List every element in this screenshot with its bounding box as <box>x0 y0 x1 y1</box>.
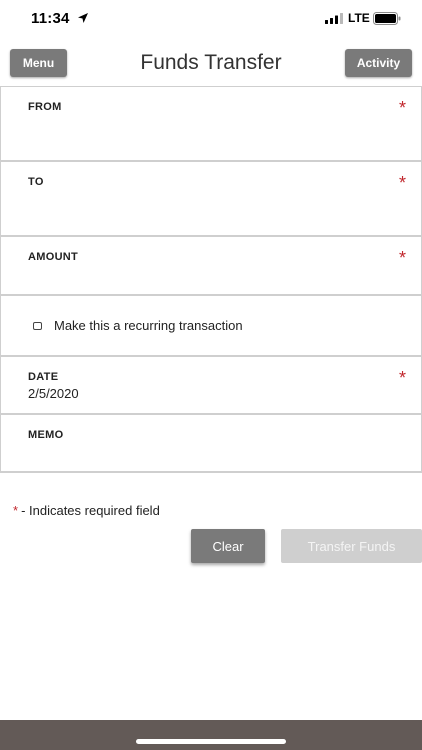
recurring-checkbox[interactable] <box>33 322 42 330</box>
location-arrow-icon <box>78 13 88 23</box>
required-marker: * <box>398 368 406 388</box>
memo-field[interactable]: MEMO <box>0 415 422 473</box>
activity-button[interactable]: Activity <box>345 49 412 77</box>
to-label: TO <box>28 176 44 188</box>
required-note-text: - Indicates required field <box>21 503 160 518</box>
signal-bars-icon <box>325 13 343 24</box>
bottom-bar <box>0 720 422 750</box>
status-time: 11:34 <box>31 10 70 27</box>
recurring-row: Make this a recurring transaction <box>0 296 422 357</box>
from-field[interactable]: FROM * <box>0 86 422 162</box>
recurring-label[interactable]: Make this a recurring transaction <box>54 318 243 333</box>
required-marker: * <box>398 248 406 268</box>
clear-button[interactable]: Clear <box>191 529 265 563</box>
date-value: 2/5/2020 <box>28 386 79 401</box>
status-bar: 11:34 LTE <box>0 0 422 40</box>
amount-field[interactable]: AMOUNT * <box>0 237 422 296</box>
to-field[interactable]: TO * <box>0 162 422 237</box>
from-label: FROM <box>28 101 62 113</box>
memo-label: MEMO <box>28 429 64 441</box>
required-note-star: * <box>13 503 19 518</box>
amount-label: AMOUNT <box>28 251 79 263</box>
required-note: * - Indicates required field <box>13 503 160 518</box>
transfer-form: FROM * TO * AMOUNT * Make this a recurri… <box>0 86 422 473</box>
page-title: Funds Transfer <box>140 51 282 74</box>
transfer-funds-button[interactable]: Transfer Funds <box>281 529 422 563</box>
menu-button[interactable]: Menu <box>10 49 67 77</box>
home-indicator[interactable] <box>136 739 286 744</box>
required-marker: * <box>398 173 406 193</box>
date-field[interactable]: DATE 2/5/2020 * <box>0 357 422 415</box>
date-label: DATE <box>28 371 59 383</box>
required-marker: * <box>398 98 406 118</box>
battery-icon <box>373 12 401 25</box>
network-label: LTE <box>348 11 370 25</box>
